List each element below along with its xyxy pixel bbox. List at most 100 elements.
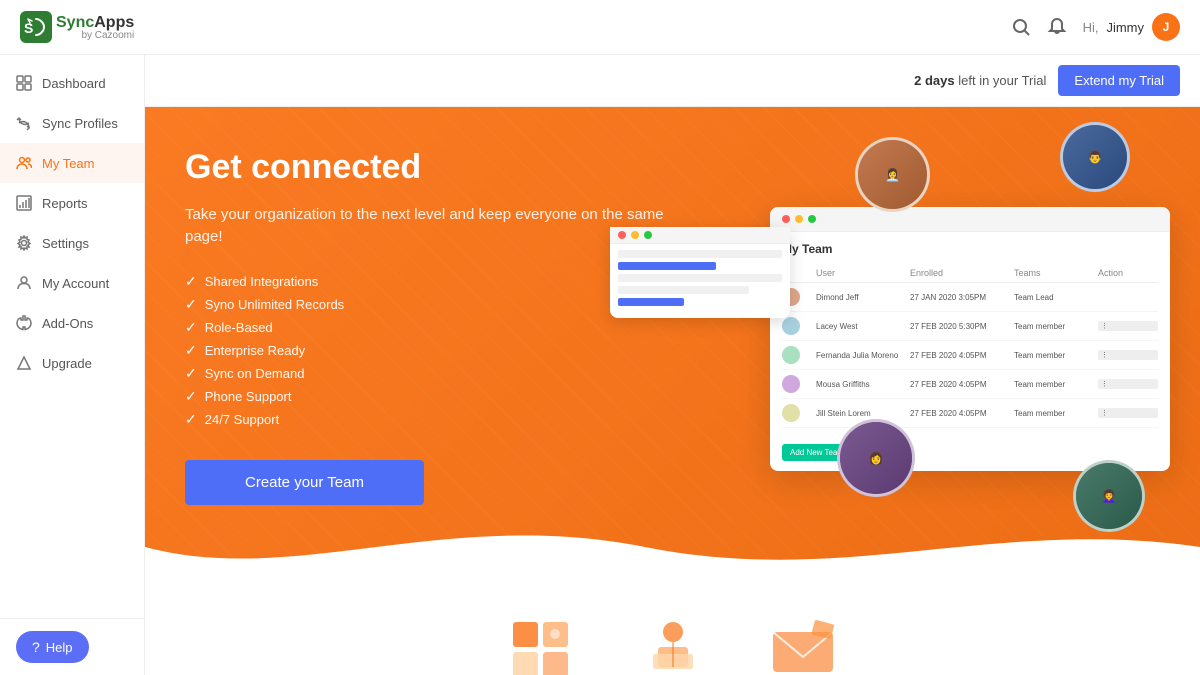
sidebar-item-sync-profiles[interactable]: Sync Profiles	[0, 103, 144, 143]
avatar-circle-2: 👨	[1060, 122, 1130, 192]
trial-message: left in your Trial	[958, 73, 1046, 88]
sidebar: Dashboard Sync Profiles My Team	[0, 55, 145, 675]
dp-header	[770, 207, 1170, 232]
dp-small-row-4	[618, 286, 749, 294]
main-content: 2 days left in your Trial Extend my Tria…	[145, 55, 1200, 675]
layout: Dashboard Sync Profiles My Team	[0, 55, 1200, 675]
dp-name-5: Jill Stein Lorem	[816, 409, 906, 418]
dp-col-teams: Teams	[1014, 268, 1094, 278]
help-circle-icon: ?	[32, 639, 40, 655]
illustration-1	[498, 607, 588, 675]
trial-banner: 2 days left in your Trial Extend my Tria…	[145, 55, 1200, 107]
person-reading-icon	[633, 612, 713, 675]
addons-icon	[16, 315, 32, 331]
dp-small-dot-green	[644, 231, 652, 239]
sidebar-item-my-account[interactable]: My Account	[0, 263, 144, 303]
sidebar-label-add-ons: Add-Ons	[42, 316, 93, 331]
feature-5: ✓Sync on Demand	[185, 365, 685, 382]
sidebar-item-upgrade[interactable]: Upgrade	[0, 343, 144, 383]
dp-col-enrolled: Enrolled	[910, 268, 1010, 278]
create-team-button[interactable]: Create your Team	[185, 460, 424, 505]
dashboard-preview: My Team User Enrolled Teams Action Dimon…	[770, 207, 1170, 471]
dp-avatar-5	[782, 404, 800, 422]
user-name[interactable]: Jimmy	[1106, 20, 1144, 35]
settings-icon	[16, 235, 32, 251]
logo-text: Sync Apps by Cazoomi	[56, 14, 134, 41]
check-icon-4: ✓	[185, 342, 197, 359]
check-icon-6: ✓	[185, 388, 197, 405]
avatar[interactable]: J	[1152, 13, 1180, 41]
check-icon-2: ✓	[185, 296, 197, 313]
dp-dot-yellow	[795, 215, 803, 223]
dp-enrolled-5: 27 FEB 2020 4:05PM	[910, 409, 1010, 418]
dp-dot-red	[782, 215, 790, 223]
dp-col-action: Action	[1098, 268, 1158, 278]
avatar-circle-3: 👩	[837, 419, 915, 497]
hero-wave	[145, 507, 1200, 587]
svg-text:S: S	[24, 20, 33, 36]
help-label: Help	[46, 640, 73, 655]
sync-icon	[16, 115, 32, 131]
dp-small-row-1	[618, 250, 782, 258]
user-greeting: Hi,	[1083, 20, 1099, 35]
sidebar-label-settings: Settings	[42, 236, 89, 251]
illustration-3	[758, 607, 848, 675]
dp-small-dot-yellow	[631, 231, 639, 239]
avatar-circle-1: 👩‍💼	[855, 137, 930, 212]
dp-avatar-3	[782, 346, 800, 364]
sidebar-label-my-account: My Account	[42, 276, 109, 291]
header-right: Hi, Jimmy J	[1011, 13, 1180, 41]
sidebar-label-upgrade: Upgrade	[42, 356, 92, 371]
table-row: Mousa Griffiths 27 FEB 2020 4:05PM Team …	[782, 370, 1158, 399]
sidebar-item-reports[interactable]: Reports	[0, 183, 144, 223]
feature-3: ✓Role-Based	[185, 319, 685, 336]
extend-trial-button[interactable]: Extend my Trial	[1058, 65, 1180, 96]
search-icon[interactable]	[1011, 17, 1031, 37]
trial-days: 2 days	[914, 73, 954, 88]
dp-table-header: User Enrolled Teams Action	[782, 264, 1158, 283]
puzzle-icon	[503, 612, 583, 675]
sidebar-label-my-team: My Team	[42, 156, 95, 171]
sidebar-label-reports: Reports	[42, 196, 88, 211]
dp-action-5[interactable]: ⋮	[1098, 408, 1158, 418]
dp-small-row-3	[618, 274, 782, 282]
table-row: Dimond Jeff 27 JAN 2020 3:05PM Team Lead	[782, 283, 1158, 312]
bottom-area	[145, 587, 1200, 675]
dp-small-row-5	[618, 298, 684, 306]
check-icon-5: ✓	[185, 365, 197, 382]
hero-content: Get connected Take your organization to …	[185, 147, 685, 505]
table-row: Lacey West 27 FEB 2020 5:30PM Team membe…	[782, 312, 1158, 341]
sidebar-label-sync-profiles: Sync Profiles	[42, 116, 118, 131]
logo: S Sync Apps by Cazoomi	[20, 11, 134, 43]
feature-4: ✓Enterprise Ready	[185, 342, 685, 359]
dashboard-icon	[16, 75, 32, 91]
account-icon	[16, 275, 32, 291]
dp-role-1: Team Lead	[1014, 293, 1094, 302]
dp-small-preview	[610, 227, 790, 318]
hero-title: Get connected	[185, 147, 685, 188]
help-button[interactable]: ? Help	[16, 631, 89, 663]
sidebar-item-settings[interactable]: Settings	[0, 223, 144, 263]
dp-action-3[interactable]: ⋮	[1098, 350, 1158, 360]
feature-7: ✓24/7 Support	[185, 411, 685, 428]
notification-icon[interactable]	[1047, 17, 1067, 37]
illustration-2	[628, 607, 718, 675]
sidebar-item-dashboard[interactable]: Dashboard	[0, 63, 144, 103]
avatar-circle-4: 👩‍🦱	[1073, 460, 1145, 532]
team-icon	[16, 155, 32, 171]
dp-body: My Team User Enrolled Teams Action Dimon…	[770, 232, 1170, 471]
dp-role-3: Team member	[1014, 351, 1094, 360]
sidebar-item-my-team[interactable]: My Team	[0, 143, 144, 183]
logo-icon: S	[20, 11, 52, 43]
dp-name-2: Lacey West	[816, 322, 906, 331]
trial-text: 2 days left in your Trial	[914, 73, 1046, 88]
header-user: Hi, Jimmy J	[1083, 13, 1180, 41]
sidebar-item-add-ons[interactable]: Add-Ons	[0, 303, 144, 343]
dp-action-2[interactable]: ⋮	[1098, 321, 1158, 331]
table-row: Fernanda Julia Moreno 27 FEB 2020 4:05PM…	[782, 341, 1158, 370]
dp-small-header	[610, 227, 790, 244]
dp-small-row-2	[618, 262, 716, 270]
logo-cazoomi: by Cazoomi	[56, 30, 134, 41]
dp-action-4[interactable]: ⋮	[1098, 379, 1158, 389]
check-icon-7: ✓	[185, 411, 197, 428]
